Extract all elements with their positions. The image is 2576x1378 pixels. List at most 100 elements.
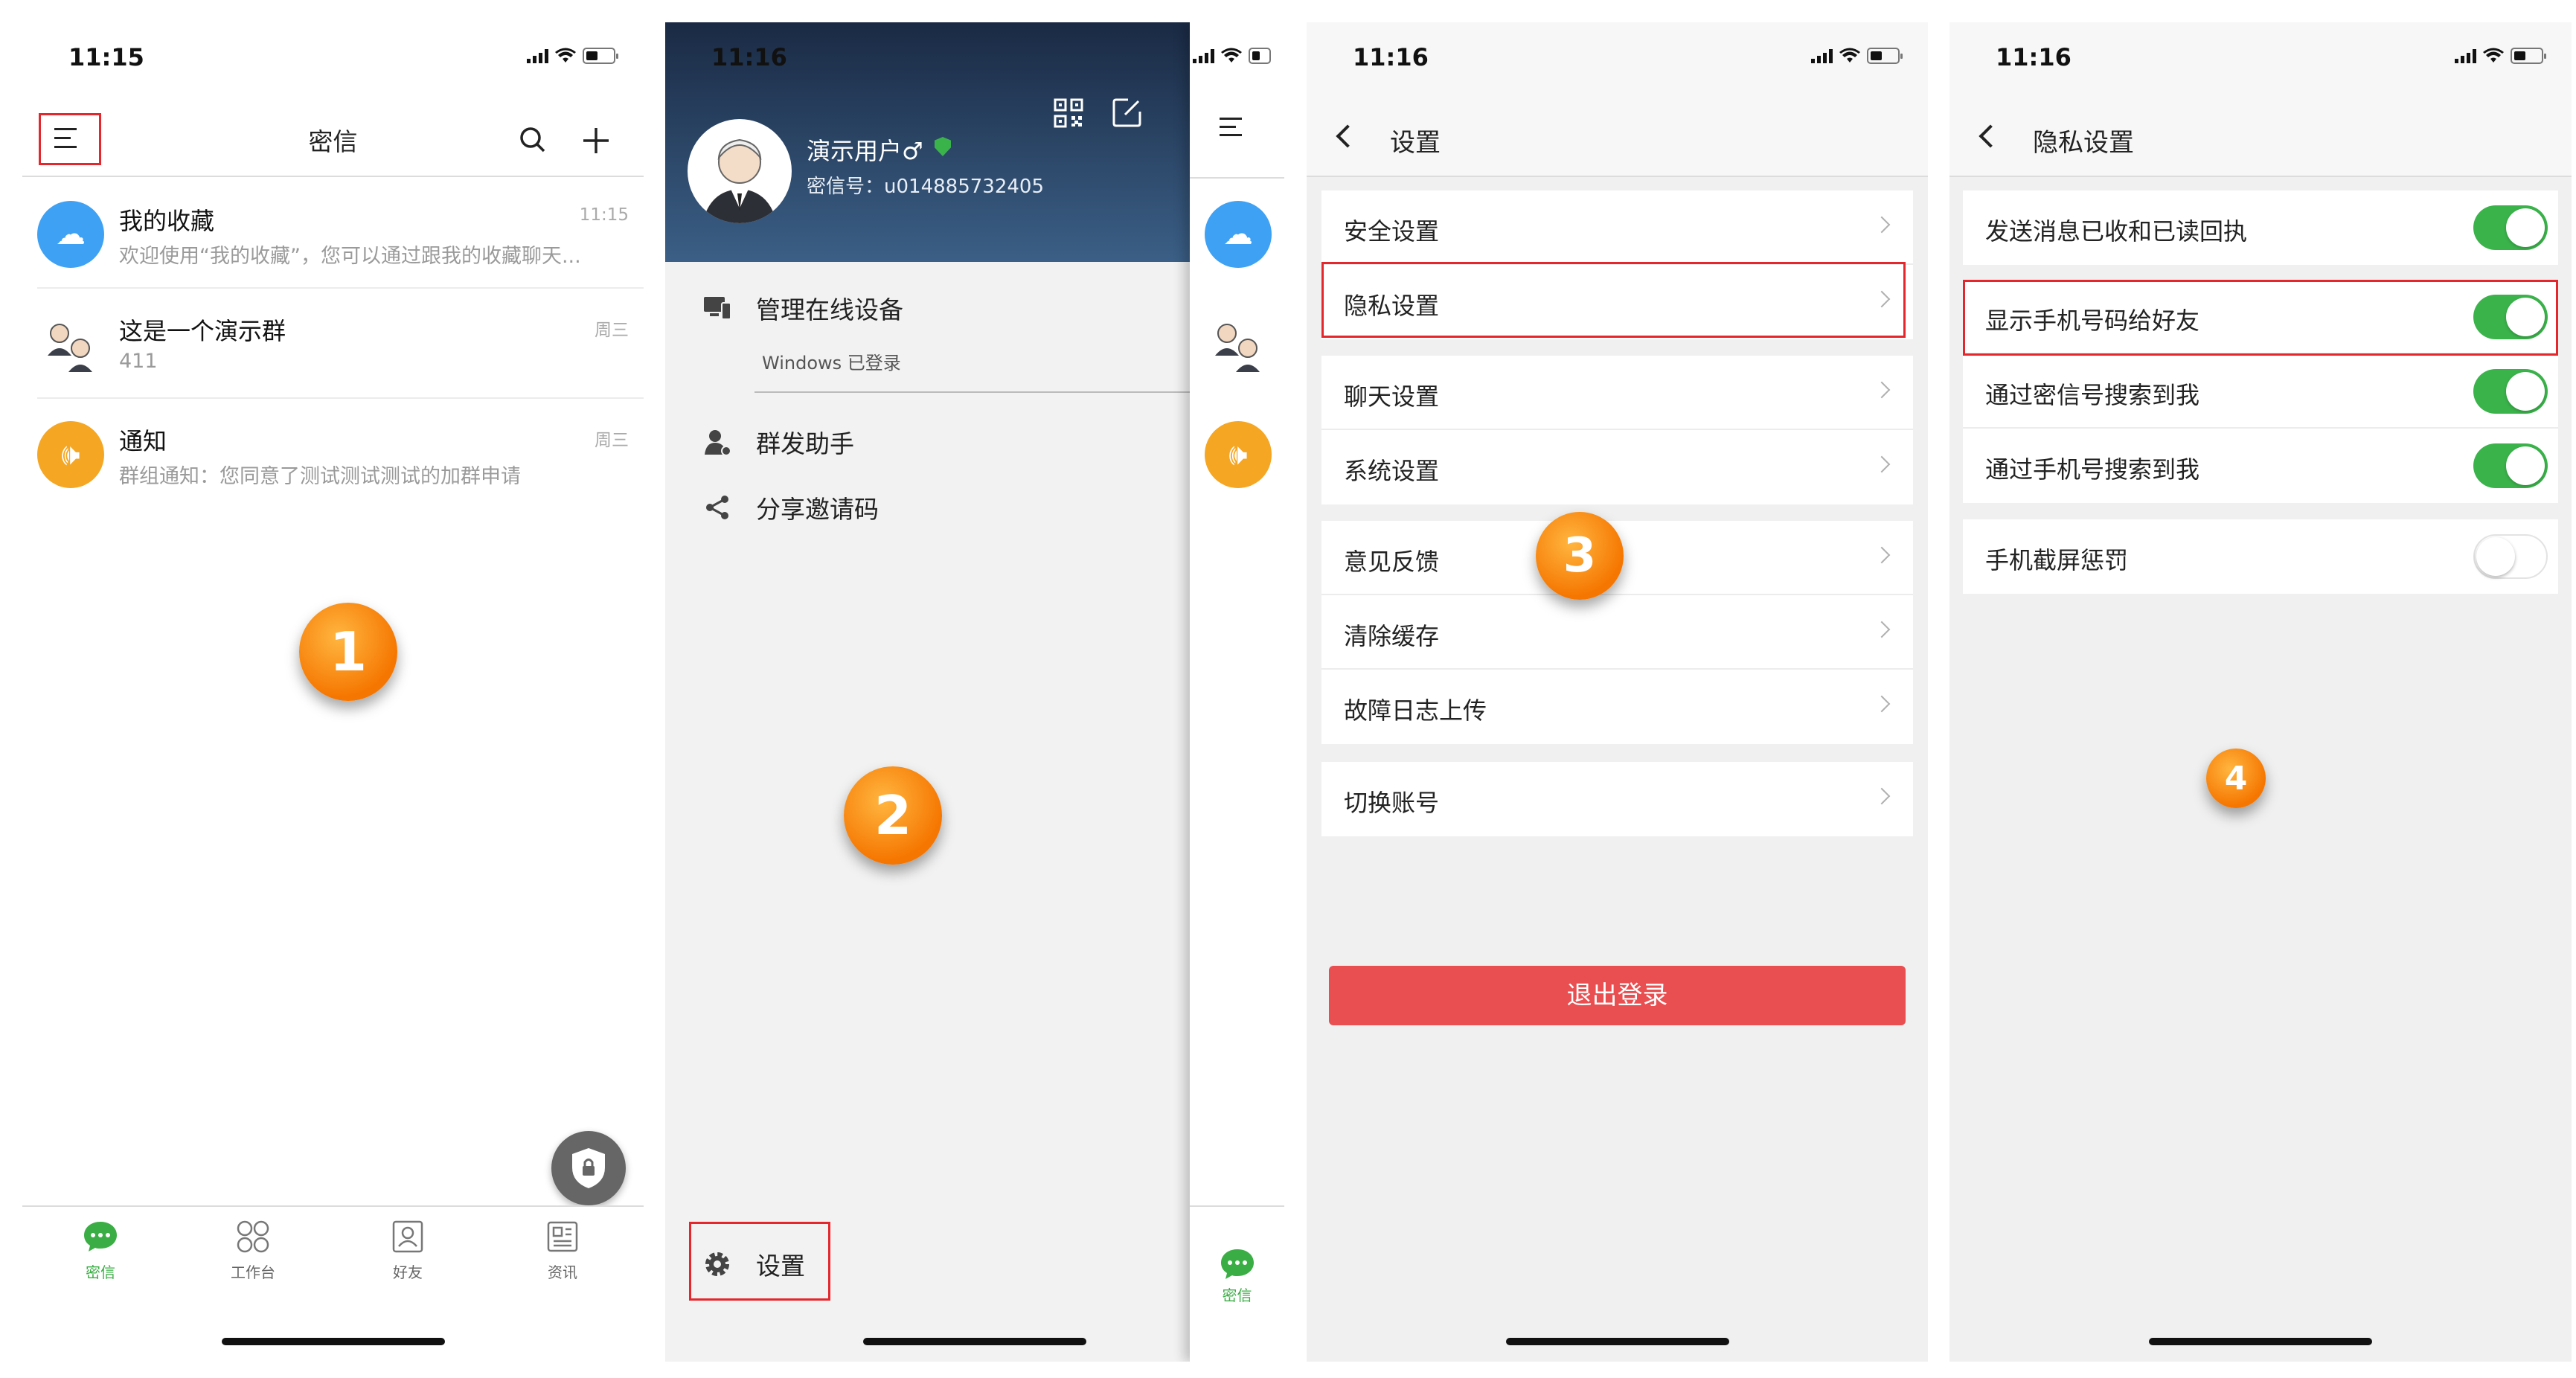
chat-item-notice[interactable]: 🕪 通知 群组通知：您同意了测试测试测试的加群申请 周三 — [22, 399, 644, 509]
tab-chat[interactable]: 密信 — [1190, 1248, 1284, 1305]
chat-time: 周三 — [595, 321, 629, 340]
row-label: 安全设置 — [1344, 217, 1440, 246]
row-system-settings[interactable]: 系统设置 — [1321, 430, 1913, 504]
user-name: 演示用户♂ — [807, 137, 923, 165]
privacy-group-1: 发送消息已收和已读回执 — [1963, 190, 2558, 265]
highlight-privacy-box — [1321, 262, 1906, 338]
chat-time: 周三 — [595, 431, 629, 450]
edit-icon[interactable] — [1112, 97, 1143, 128]
chat-icon — [1220, 1249, 1254, 1279]
chat-title: 我的收藏 — [119, 207, 215, 235]
devices-icon — [702, 293, 732, 323]
chat-item-group[interactable]: 这是一个演示群 411 周三 — [22, 289, 644, 399]
menu-item-label: 群发助手 — [756, 429, 854, 458]
chevron-right-icon — [1873, 455, 1891, 473]
row-read-receipt: 发送消息已收和已读回执 — [1963, 190, 2558, 265]
menu-item-invite-code[interactable]: 分享邀请码 — [702, 490, 879, 525]
row-label: 通过手机号搜索到我 — [1985, 455, 2200, 484]
status-time: 11:15 — [68, 43, 144, 71]
nav-bar: 设置 — [1307, 97, 1928, 177]
broadcast-user-icon — [702, 427, 732, 457]
chat-subtitle: 群组通知：您同意了测试测试测试的加群申请 — [119, 465, 521, 488]
qr-code-icon[interactable] — [1054, 98, 1083, 128]
status-icons — [1193, 48, 1271, 64]
avatar[interactable] — [688, 119, 792, 223]
status-icons — [527, 48, 618, 64]
toggle-switch[interactable] — [2473, 369, 2548, 414]
tab-label: 好友 — [393, 1263, 423, 1281]
status-icons — [1811, 48, 1903, 64]
tab-news[interactable]: 资讯 — [518, 1217, 607, 1282]
row-upload-logs[interactable]: 故障日志上传 — [1321, 670, 1913, 744]
menu-item-broadcast[interactable]: 群发助手 — [702, 424, 854, 460]
screen-chat-list: 11:15 密信 ☁ 我的收藏 欢迎使用“我的收藏”，您可以通过跟我的收藏聊天.… — [22, 22, 644, 1362]
chevron-right-icon — [1873, 621, 1891, 638]
status-time: 11:16 — [711, 43, 787, 71]
row-search-by-id: 通过密信号搜索到我 — [1963, 354, 2558, 429]
menu-item-online-devices[interactable]: 管理在线设备 — [702, 290, 903, 326]
wifi-icon — [1839, 48, 1860, 63]
menu-icon[interactable] — [1220, 112, 1249, 141]
step-badge: 4 — [2206, 749, 2266, 808]
chat-list-peek: ☁ 🕪 密信 — [1190, 22, 1284, 1362]
status-time: 11:16 — [1353, 43, 1429, 71]
shield-lock-button[interactable] — [551, 1131, 626, 1205]
row-security-settings[interactable]: 安全设置 — [1321, 190, 1913, 265]
row-search-by-phone: 通过手机号搜索到我 — [1963, 429, 2558, 503]
home-indicator — [2149, 1338, 2372, 1345]
speaker-icon: 🕪 — [37, 421, 104, 488]
chat-title: 这是一个演示群 — [119, 317, 286, 345]
screen-settings: 11:16 设置 安全设置 隐私设置 聊天设置 系统设置 意见反馈 清除缓存 故… — [1307, 22, 1928, 1362]
tab-workbench[interactable]: 工作台 — [208, 1217, 298, 1282]
privacy-group-3: 手机截屏惩罚 — [1963, 519, 2558, 594]
tab-contacts[interactable]: 好友 — [363, 1217, 452, 1282]
speaker-icon: 🕪 — [1205, 421, 1272, 488]
page-title: 隐私设置 — [2033, 128, 2134, 158]
group-avatar-icon — [37, 311, 104, 378]
tab-chat[interactable]: 密信 — [56, 1217, 145, 1282]
row-switch-account[interactable]: 切换账号 — [1321, 762, 1913, 836]
divider — [754, 391, 1201, 393]
cloud-lock-icon: ☁ — [1205, 201, 1272, 268]
highlight-show-phone-box — [1963, 280, 2558, 356]
row-label: 聊天设置 — [1344, 382, 1440, 411]
row-label: 通过密信号搜索到我 — [1985, 381, 2200, 409]
toggle-switch[interactable] — [2473, 205, 2548, 250]
workbench-icon — [234, 1217, 272, 1256]
nav-bar: 密信 — [22, 97, 644, 177]
settings-group-4: 切换账号 — [1321, 762, 1913, 836]
tab-bar: 密信 工作台 好友 资讯 — [22, 1205, 644, 1324]
row-label: 故障日志上传 — [1344, 696, 1487, 725]
row-label: 意见反馈 — [1344, 548, 1440, 576]
search-icon[interactable] — [519, 126, 546, 153]
logout-button[interactable]: 退出登录 — [1329, 966, 1906, 1025]
chevron-right-icon — [1873, 787, 1891, 805]
status-bar: 11:16 — [1307, 22, 1928, 97]
share-icon — [702, 493, 732, 522]
row-label: 发送消息已收和已读回执 — [1985, 217, 2248, 246]
home-indicator — [221, 1338, 445, 1345]
chat-item-favorites[interactable]: ☁ 我的收藏 欢迎使用“我的收藏”，您可以通过跟我的收藏聊天... 11:15 — [22, 179, 644, 289]
menu-item-label: 分享邀请码 — [756, 495, 879, 524]
toggle-switch[interactable] — [2473, 443, 2548, 488]
screen-privacy-settings: 11:16 隐私设置 发送消息已收和已读回执 显示手机号码给好友 通过密信号搜索… — [1949, 22, 2572, 1362]
chat-title: 通知 — [119, 427, 167, 455]
news-icon — [543, 1217, 582, 1256]
chat-subtitle: 欢迎使用“我的收藏”，您可以通过跟我的收藏聊天... — [119, 245, 581, 268]
toggle-switch[interactable] — [2473, 534, 2548, 579]
row-clear-cache[interactable]: 清除缓存 — [1321, 595, 1913, 670]
row-chat-settings[interactable]: 聊天设置 — [1321, 356, 1913, 430]
row-label: 系统设置 — [1344, 457, 1440, 485]
add-icon[interactable] — [582, 126, 610, 155]
signal-icon — [527, 48, 548, 63]
back-icon[interactable] — [1979, 124, 2002, 148]
wifi-icon — [1221, 48, 1242, 63]
screen-drawer: 11:16 演示用户♂ 密信号：u014885732405 管理在线设备 Win… — [665, 22, 1284, 1362]
signal-icon — [1811, 48, 1833, 63]
user-id: 密信号：u014885732405 — [807, 176, 1044, 198]
page-title: 密信 — [308, 127, 358, 156]
chat-subtitle: 411 — [119, 350, 158, 373]
battery-icon — [1867, 48, 1903, 64]
status-bar: 11:16 — [1949, 22, 2572, 97]
back-icon[interactable] — [1336, 124, 1359, 148]
